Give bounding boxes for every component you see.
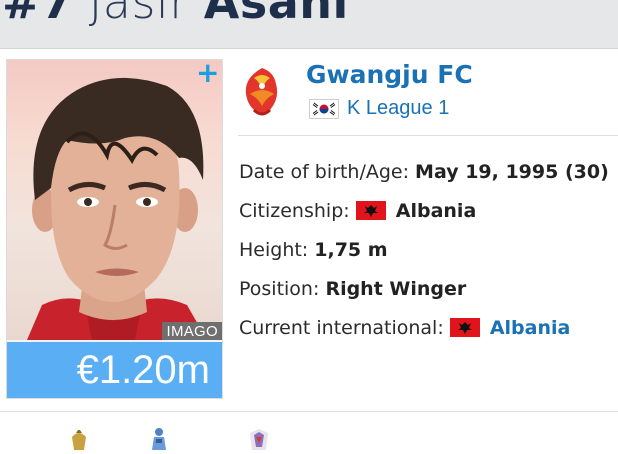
- international-label: Current international:: [239, 317, 444, 339]
- divider: [238, 135, 618, 136]
- height-label: Height:: [239, 239, 309, 261]
- league-row: K League 1: [309, 97, 449, 121]
- player-photo-card: + IMAGO €1.20m: [6, 59, 223, 399]
- international-row: Current international: Albania: [239, 315, 570, 341]
- international-team-link[interactable]: Albania: [490, 317, 571, 339]
- dob-row: Date of birth/Age: May 19, 1995 (30): [239, 159, 609, 185]
- position-value: Right Winger: [325, 278, 467, 300]
- award-icon[interactable]: [146, 427, 172, 450]
- dob-value: May 19, 1995 (30): [415, 161, 609, 183]
- player-last-name: Asani: [203, 0, 349, 29]
- plus-icon[interactable]: +: [196, 60, 219, 87]
- albania-flag-icon: [449, 318, 480, 337]
- position-label: Position:: [239, 278, 320, 300]
- club-crest-icon[interactable]: [246, 427, 272, 450]
- dob-label: Date of birth/Age:: [239, 161, 409, 183]
- trophy-icon[interactable]: [66, 427, 92, 450]
- position-row: Position: Right Winger: [239, 276, 466, 302]
- player-header: #7 Jasir Asani: [0, 0, 618, 49]
- market-value[interactable]: €1.20m: [7, 342, 222, 398]
- citizenship-value: Albania: [395, 200, 477, 222]
- height-row: Height: 1,75 m: [239, 237, 388, 263]
- height-value: 1,75 m: [314, 239, 388, 261]
- club-name-link[interactable]: Gwangju FC: [306, 60, 473, 89]
- citizenship-label: Citizenship:: [239, 200, 350, 222]
- player-first-name: Jasir: [88, 0, 189, 29]
- citizenship-row: Citizenship: Albania: [239, 198, 476, 224]
- photo-credit: IMAGO: [162, 322, 222, 340]
- shirt-number: #7: [2, 0, 74, 29]
- club-logo-icon[interactable]: [240, 64, 284, 120]
- player-photo[interactable]: + IMAGO: [7, 60, 222, 340]
- league-link[interactable]: K League 1: [347, 97, 449, 119]
- divider: [0, 411, 618, 412]
- player-title: #7 Jasir Asani: [2, 0, 349, 32]
- south-korea-flag-icon: [309, 98, 339, 119]
- albania-flag-icon: [355, 201, 386, 220]
